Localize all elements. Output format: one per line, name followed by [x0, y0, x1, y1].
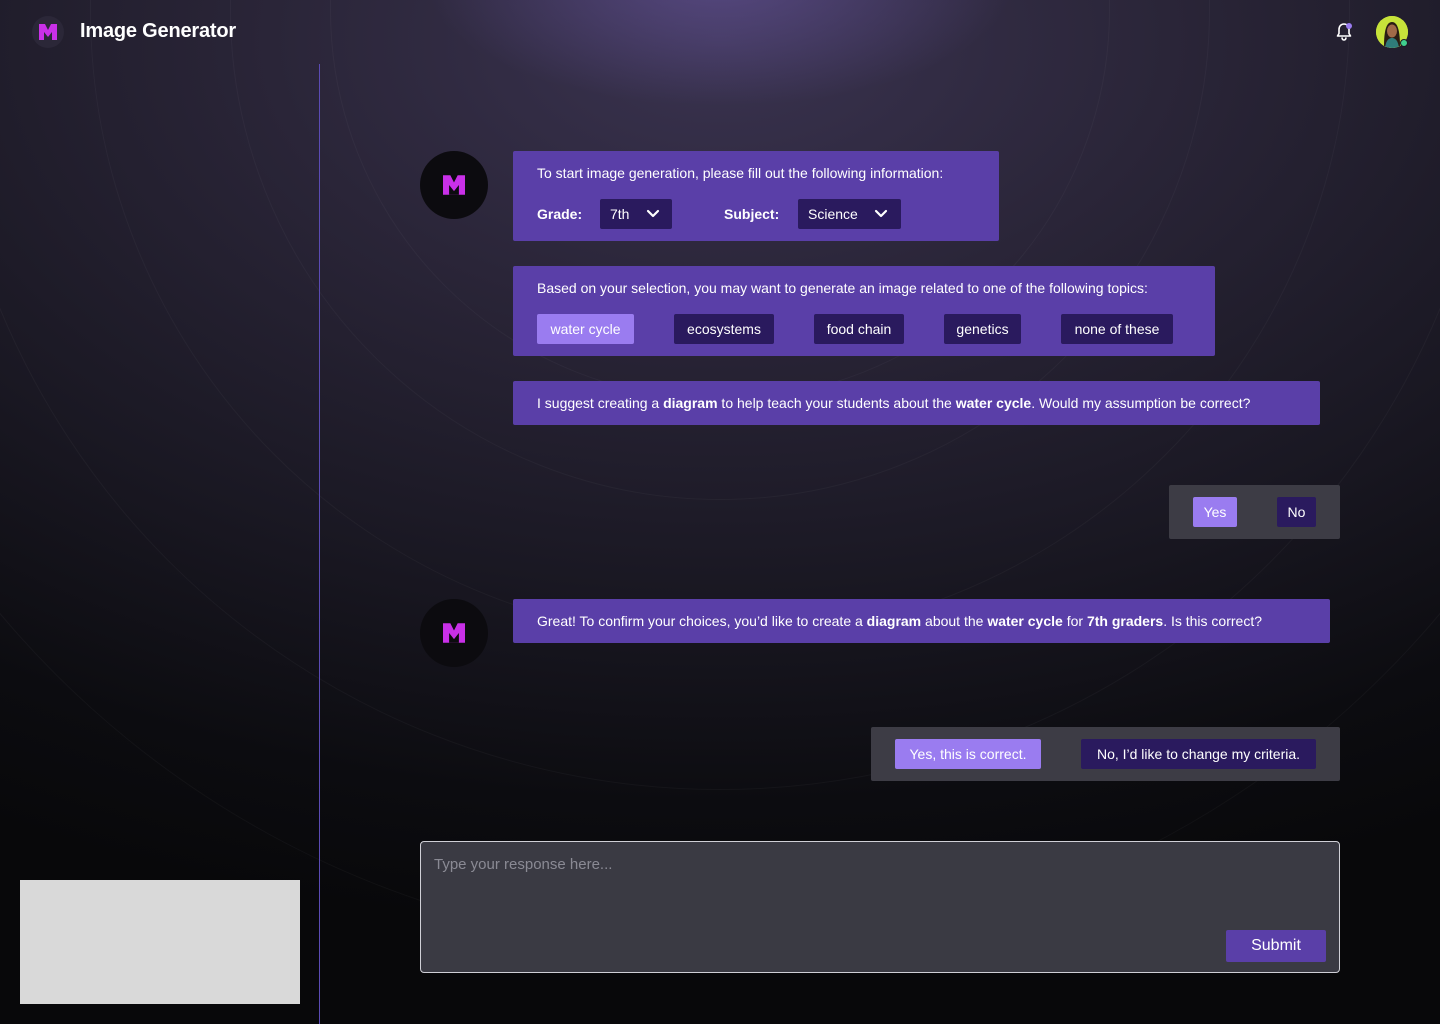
grade-select[interactable]: 7th [600, 199, 672, 229]
sidebar-placeholder-panel [20, 880, 300, 1004]
submit-button[interactable]: Submit [1226, 930, 1326, 962]
response-input[interactable] [434, 856, 1314, 916]
bot-avatar [420, 599, 488, 667]
notification-dot [1346, 23, 1352, 29]
topic-chip-water-cycle[interactable]: water cycle [537, 314, 634, 344]
grade-label: Grade: [537, 206, 583, 222]
top-bar: Image Generator [0, 0, 1440, 64]
sidebar-divider [319, 64, 320, 1024]
no-button[interactable]: No [1277, 497, 1316, 527]
grade-value: 7th [610, 206, 630, 222]
message-suggestion: I suggest creating a diagram to help tea… [513, 381, 1320, 425]
topic-chip-genetics[interactable]: genetics [944, 314, 1021, 344]
reply-options-1: Yes No [1169, 485, 1340, 539]
subject-label: Subject: [724, 206, 780, 222]
subject-select[interactable]: Science [798, 199, 901, 229]
change-criteria-button[interactable]: No, I’d like to change my criteria. [1081, 739, 1316, 769]
message-topics: Based on your selection, you may want to… [513, 266, 1215, 356]
m-logo-icon [443, 623, 465, 643]
suggestion-text: I suggest creating a diagram to help tea… [537, 395, 1251, 411]
app-title: Image Generator [80, 20, 236, 42]
message-form: To start image generation, please fill o… [513, 151, 999, 241]
reply-options-2: Yes, this is correct. No, I’d like to ch… [871, 727, 1340, 781]
chevron-down-icon [874, 209, 888, 218]
online-status-dot [1400, 39, 1408, 47]
m-logo-icon [443, 175, 465, 195]
subject-value: Science [808, 206, 858, 222]
confirm-text: Great! To confirm your choices, you’d li… [537, 613, 1262, 629]
topic-chip-food-chain[interactable]: food chain [814, 314, 904, 344]
topics-prompt: Based on your selection, you may want to… [537, 280, 1148, 296]
yes-button[interactable]: Yes [1193, 497, 1237, 527]
confirm-yes-button[interactable]: Yes, this is correct. [895, 739, 1041, 769]
bot-avatar [420, 151, 488, 219]
topic-chip-none-of-these[interactable]: none of these [1061, 314, 1173, 344]
app-logo[interactable] [32, 16, 64, 48]
form-prompt: To start image generation, please fill o… [537, 165, 944, 181]
topic-chip-ecosystems[interactable]: ecosystems [674, 314, 774, 344]
response-box: Submit [420, 841, 1340, 973]
m-logo-icon [39, 24, 57, 40]
chevron-down-icon [646, 209, 660, 218]
message-confirm: Great! To confirm your choices, you’d li… [513, 599, 1330, 643]
